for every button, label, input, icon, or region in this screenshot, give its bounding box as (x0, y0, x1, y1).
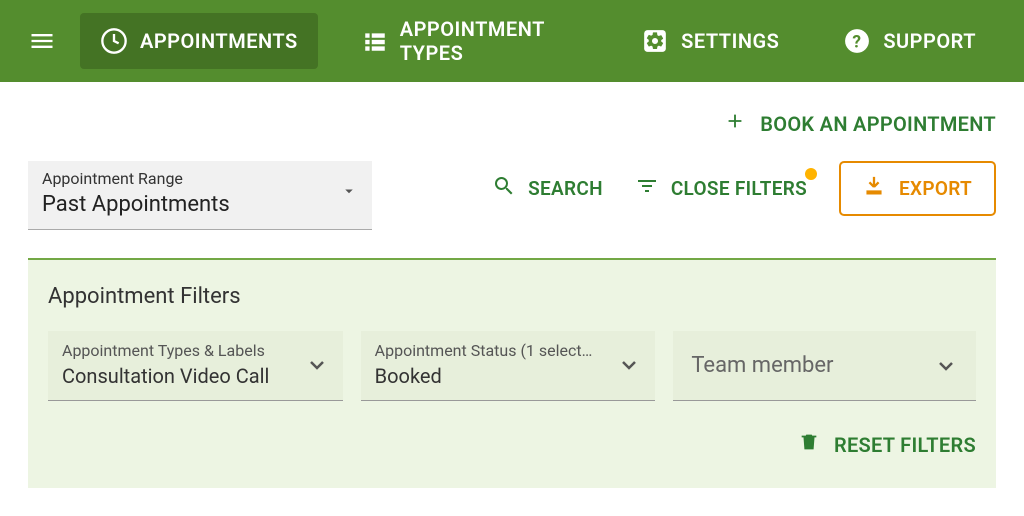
filter-label: Appointment Status (1 select… (375, 341, 593, 360)
nav-appointments[interactable]: APPOINTMENTS (80, 13, 318, 69)
range-value: Past Appointments (42, 192, 230, 217)
search-button[interactable]: SEARCH (492, 174, 603, 203)
search-label: SEARCH (528, 177, 603, 200)
filter-value: Booked (375, 364, 593, 388)
toolbar: Appointment Range Past Appointments SEAR… (28, 161, 996, 230)
search-icon (492, 174, 516, 203)
book-appointment-button[interactable]: BOOK AN APPOINTMENT (724, 110, 996, 137)
gear-icon (641, 27, 669, 55)
toolbar-actions: SEARCH CLOSE FILTERS EXPORT (492, 161, 996, 216)
menu-button[interactable] (28, 27, 56, 55)
appointment-status-select[interactable]: Appointment Status (1 select… Booked (361, 331, 656, 401)
top-nav: APPOINTMENTS APPOINTMENT TYPES SETTINGS … (0, 0, 1024, 82)
filter-icon (635, 174, 659, 203)
download-icon (863, 175, 885, 202)
nav-label: APPOINTMENT TYPES (400, 17, 577, 65)
filter-row: Appointment Types & Labels Consultation … (48, 331, 976, 401)
book-label: BOOK AN APPOINTMENT (760, 112, 996, 136)
plus-icon (724, 110, 746, 137)
filter-value: Consultation Video Call (62, 364, 269, 388)
clock-icon (100, 27, 128, 55)
filter-label: Appointment Types & Labels (62, 341, 269, 360)
range-label: Appointment Range (42, 169, 230, 188)
nav-appointment-types[interactable]: APPOINTMENT TYPES (342, 3, 597, 79)
reset-label: RESET FILTERS (834, 433, 976, 457)
hamburger-icon (28, 27, 56, 55)
nav-support[interactable]: ? SUPPORT (823, 13, 996, 69)
chevron-down-icon (934, 354, 958, 378)
export-label: EXPORT (899, 177, 972, 200)
reset-row: RESET FILTERS (48, 431, 976, 458)
nav-settings[interactable]: SETTINGS (621, 13, 799, 69)
appointment-types-select[interactable]: Appointment Types & Labels Consultation … (48, 331, 343, 401)
book-row: BOOK AN APPOINTMENT (28, 102, 996, 161)
export-button[interactable]: EXPORT (839, 161, 996, 216)
trash-reset-icon (798, 431, 820, 458)
nav-label: SUPPORT (883, 29, 976, 53)
nav-label: APPOINTMENTS (140, 29, 298, 53)
filter-placeholder: Team member (691, 353, 833, 378)
close-filters-label: CLOSE FILTERS (671, 177, 807, 200)
filter-active-badge (805, 168, 817, 180)
nav-label: SETTINGS (681, 29, 779, 53)
chevron-down-icon (617, 353, 641, 377)
caret-down-icon (340, 182, 358, 204)
appointment-range-select[interactable]: Appointment Range Past Appointments (28, 161, 372, 230)
reset-filters-button[interactable]: RESET FILTERS (798, 431, 976, 458)
close-filters-button[interactable]: CLOSE FILTERS (635, 174, 807, 203)
team-member-select[interactable]: Team member (673, 331, 976, 401)
chevron-down-icon (305, 353, 329, 377)
help-icon: ? (843, 27, 871, 55)
list-icon (362, 27, 388, 55)
filters-title: Appointment Filters (48, 284, 976, 309)
svg-text:?: ? (853, 33, 862, 53)
filters-panel: Appointment Filters Appointment Types & … (28, 258, 996, 488)
main-content: BOOK AN APPOINTMENT Appointment Range Pa… (0, 82, 1024, 488)
